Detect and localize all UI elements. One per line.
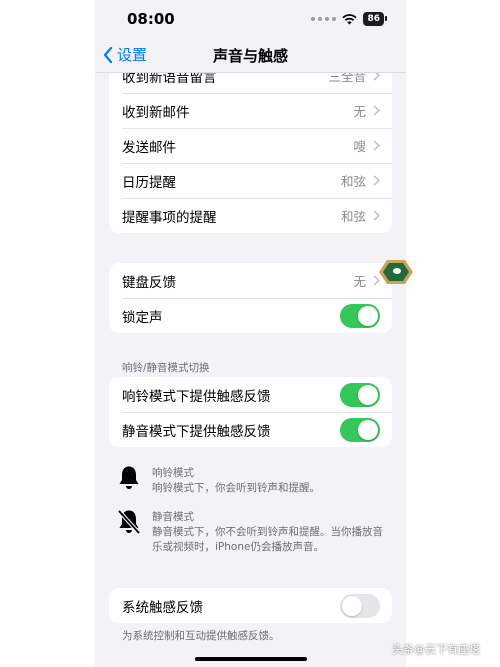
ring-silent-group: 响铃模式下提供触感反馈 静音模式下提供触感反馈	[109, 377, 392, 447]
chevron-right-icon	[373, 210, 380, 221]
row-value: 和弦	[340, 174, 366, 189]
status-time: 08:00	[127, 10, 175, 28]
navigation-bar: 设置 声音与触感	[95, 38, 406, 73]
lock-sound-toggle[interactable]	[340, 303, 380, 328]
row-value: 无	[353, 104, 366, 119]
silent-haptics-toggle[interactable]	[340, 417, 380, 442]
list-item-calendar-alerts[interactable]: 日历提醒 和弦	[109, 163, 392, 198]
cellular-signal-icon	[311, 17, 337, 21]
chevron-right-icon	[373, 140, 380, 151]
row-label: 锁定声	[122, 309, 163, 326]
row-label: 收到新邮件	[122, 104, 190, 121]
pointer-icon	[379, 260, 413, 284]
row-label: 系统触感反馈	[122, 599, 203, 616]
row-value: 和弦	[340, 209, 366, 224]
list-item-sent-mail[interactable]: 发送邮件 嗖	[109, 128, 392, 163]
battery-indicator: 86	[363, 12, 387, 26]
alert-sounds-group: 收到新语音留言 三全音 收到新邮件 无 发送邮件 嗖 日历提醒 和弦 提醒事项的…	[109, 58, 392, 233]
row-label: 响铃模式下提供触感反馈	[122, 388, 271, 405]
info-description: 响铃模式下，你会听到铃声和提醒。	[152, 482, 320, 494]
row-value: 无	[353, 274, 366, 289]
page-title: 声音与触感	[212, 47, 288, 65]
ring-haptics-toggle[interactable]	[340, 382, 380, 407]
list-item-new-mail[interactable]: 收到新邮件 无	[109, 93, 392, 128]
list-item-system-haptics: 系统触感反馈	[109, 588, 392, 623]
phone-screen: 08:00 86 设置 声音与触感 收到新语音留言 三全音 收到新邮件 无 发送…	[95, 0, 406, 667]
keyboard-lock-group: 键盘反馈 无 锁定声	[109, 263, 392, 333]
wifi-icon	[342, 13, 358, 24]
system-haptics-toggle[interactable]	[340, 593, 380, 618]
system-haptics-group: 系统触感反馈	[109, 588, 392, 623]
list-item-reminder-alerts[interactable]: 提醒事项的提醒 和弦	[109, 198, 392, 233]
list-item-silent-haptics: 静音模式下提供触感反馈	[109, 412, 392, 447]
row-label: 键盘反馈	[122, 274, 176, 291]
status-bar: 08:00 86	[95, 0, 406, 38]
info-title: 静音模式	[152, 511, 194, 523]
row-label: 提醒事项的提醒	[122, 209, 217, 226]
row-label: 发送邮件	[122, 139, 176, 156]
row-value: 嗖	[353, 139, 366, 154]
bell-slash-icon	[117, 509, 141, 535]
system-haptics-footer: 为系统控制和互动提供触感反馈。	[122, 630, 280, 642]
list-item-keyboard-feedback[interactable]: 键盘反馈 无	[109, 263, 392, 298]
chevron-right-icon	[373, 105, 380, 116]
row-label: 日历提醒	[122, 174, 176, 191]
list-item-ring-haptics: 响铃模式下提供触感反馈	[109, 377, 392, 412]
info-description: 静音模式下，你不会听到铃声和提醒。当你播放音乐或视频时，iPhone仍会播放声音…	[152, 526, 383, 553]
info-title: 响铃模式	[152, 467, 194, 479]
list-item-lock-sound: 锁定声	[109, 298, 392, 333]
bell-icon	[119, 466, 139, 489]
watermark: 头条@云下有座塔	[392, 643, 480, 656]
section-header-ring-silent: 响铃/静音模式切换	[122, 362, 210, 374]
chevron-right-icon	[373, 175, 380, 186]
status-icons: 86	[311, 12, 387, 26]
row-label: 静音模式下提供触感反馈	[122, 423, 271, 440]
home-indicator	[195, 657, 307, 661]
